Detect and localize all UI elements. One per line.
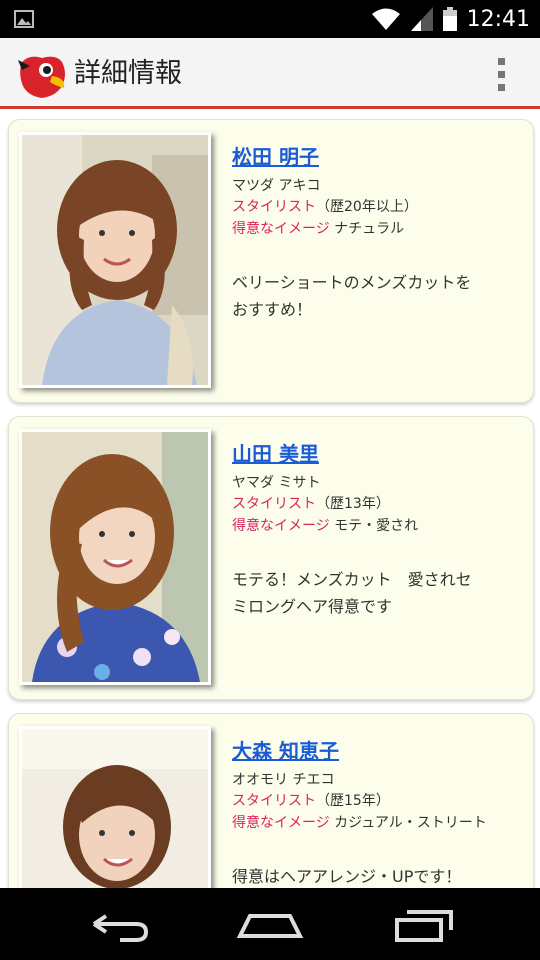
specialty-value: カジュアル・ストリート <box>329 815 487 831</box>
signal-icon <box>410 7 433 31</box>
stylist-card[interactable]: 山田 美里 ヤマダ ミサト スタイリスト（歴13年） 得意なイメージ モテ・愛さ… <box>8 416 534 700</box>
stylist-name-link[interactable]: 山田 美里 <box>232 441 522 467</box>
navigation-bar <box>0 888 540 960</box>
home-icon[interactable] <box>230 902 310 946</box>
comment-line: 得意はヘアアレンジ・UPです！ <box>232 867 462 886</box>
specialty-label: 得意なイメージ <box>232 815 330 831</box>
comment-line: ベリーショートのメンズカットを <box>232 273 472 292</box>
stylist-photo <box>19 726 211 888</box>
image-notification-icon <box>14 10 34 28</box>
comment-line: おすすめ！ <box>232 300 313 319</box>
stylist-info: 大森 知恵子 オオモリ チエコ スタイリスト（歴15年） 得意なイメージ カジュ… <box>232 738 522 888</box>
stylist-specialty: 得意なイメージ カジュアル・ストリート <box>232 812 522 834</box>
stylist-specialty: 得意なイメージ ナチュラル <box>232 218 522 240</box>
specialty-label: 得意なイメージ <box>232 221 330 237</box>
stylist-photo <box>19 132 211 388</box>
experience: （歴13年） <box>316 496 390 512</box>
stylist-photo <box>19 429 211 685</box>
stylist-kana: ヤマダ ミサト <box>232 475 321 491</box>
clock: 12:41 <box>466 6 530 32</box>
stylist-comment: モテる！メンズカット 愛されセ ミロングヘア得意です <box>232 566 522 620</box>
comment-line: ミロングヘア得意です <box>232 597 393 616</box>
specialty-label: 得意なイメージ <box>232 518 330 534</box>
role-label: スタイリスト <box>232 496 316 512</box>
stylist-kana: オオモリ チエコ <box>232 772 335 788</box>
stylist-list[interactable]: 松田 明子 マツダ アキコ スタイリスト（歴20年以上） 得意なイメージ ナチュ… <box>0 109 540 888</box>
stylist-card[interactable]: 松田 明子 マツダ アキコ スタイリスト（歴20年以上） 得意なイメージ ナチュ… <box>8 119 534 403</box>
specialty-value: ナチュラル <box>329 221 405 237</box>
stylist-role: スタイリスト（歴13年） <box>232 493 522 515</box>
status-bar: 12:41 <box>0 0 540 38</box>
stylist-card[interactable]: 大森 知恵子 オオモリ チエコ スタイリスト（歴15年） 得意なイメージ カジュ… <box>8 713 534 888</box>
role-label: スタイリスト <box>232 793 316 809</box>
stylist-name-link[interactable]: 大森 知恵子 <box>232 738 522 764</box>
app-logo-bird-icon[interactable] <box>16 52 68 100</box>
recent-apps-icon[interactable] <box>385 902 465 946</box>
page-title: 詳細情報 <box>74 58 182 89</box>
specialty-value: モテ・愛され <box>329 518 419 534</box>
experience: （歴20年以上） <box>316 199 418 215</box>
stylist-info: 松田 明子 マツダ アキコ スタイリスト（歴20年以上） 得意なイメージ ナチュ… <box>232 144 522 323</box>
wifi-icon <box>371 8 400 30</box>
stylist-comment: ベリーショートのメンズカットを おすすめ！ <box>232 269 522 323</box>
stylist-specialty: 得意なイメージ モテ・愛され <box>232 515 522 537</box>
stylist-name-link[interactable]: 松田 明子 <box>232 144 522 170</box>
stylist-role: スタイリスト（歴15年） <box>232 790 522 812</box>
stylist-kana: マツダ アキコ <box>232 178 321 194</box>
stylist-role: スタイリスト（歴20年以上） <box>232 196 522 218</box>
experience: （歴15年） <box>316 793 390 809</box>
comment-line: モテる！メンズカット 愛されセ <box>232 570 472 589</box>
back-icon[interactable] <box>80 902 160 946</box>
battery-icon <box>442 7 457 31</box>
stylist-comment: 得意はヘアアレンジ・UPです！ <box>232 863 522 888</box>
overflow-menu-icon[interactable] <box>496 58 506 92</box>
stylist-info: 山田 美里 ヤマダ ミサト スタイリスト（歴13年） 得意なイメージ モテ・愛さ… <box>232 441 522 620</box>
role-label: スタイリスト <box>232 199 316 215</box>
